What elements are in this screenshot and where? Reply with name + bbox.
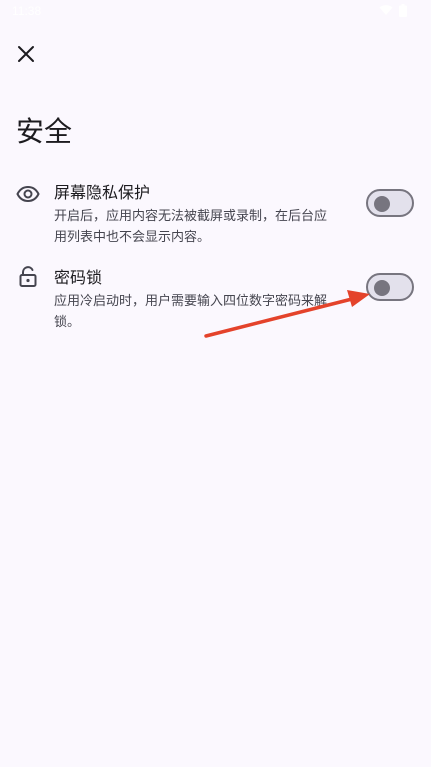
close-button[interactable]	[8, 36, 44, 72]
setting-screen-privacy[interactable]: 屏幕隐私保护 开启后，应用内容无法被截屏或录制，在后台应 用列表中也不会显示内容…	[0, 180, 431, 250]
page-title: 安全	[16, 115, 73, 148]
status-bar: 11:38	[0, 0, 431, 24]
status-icons	[379, 4, 407, 17]
setting-title: 屏幕隐私保护	[54, 183, 151, 202]
setting-password-lock[interactable]: 密码锁 应用冷启动时，用户需要输入四位数字密码来解 锁。	[0, 265, 431, 335]
status-time: 11:38	[12, 4, 42, 18]
screen-privacy-switch[interactable]	[366, 189, 414, 217]
setting-description-line: 用列表中也不会显示内容。	[54, 230, 211, 245]
close-icon	[18, 46, 34, 62]
setting-title: 密码锁	[54, 268, 103, 287]
setting-description-line: 锁。	[54, 315, 81, 330]
setting-description: 开启后，应用内容无法被截屏或录制，在后台应 用列表中也不会显示内容。	[54, 206, 344, 248]
setting-description: 应用冷启动时，用户需要输入四位数字密码来解 锁。	[54, 291, 344, 333]
setting-description-line: 开启后，应用内容无法被截屏或录制，在后台应	[54, 209, 328, 224]
switch-thumb	[374, 196, 390, 212]
battery-icon	[399, 4, 407, 17]
eye-icon	[16, 185, 40, 203]
switch-thumb	[374, 280, 390, 296]
setting-description-line: 应用冷启动时，用户需要输入四位数字密码来解	[54, 294, 328, 309]
lock-open-icon	[19, 266, 37, 287]
password-lock-switch[interactable]	[366, 273, 414, 301]
wifi-icon	[379, 5, 393, 15]
